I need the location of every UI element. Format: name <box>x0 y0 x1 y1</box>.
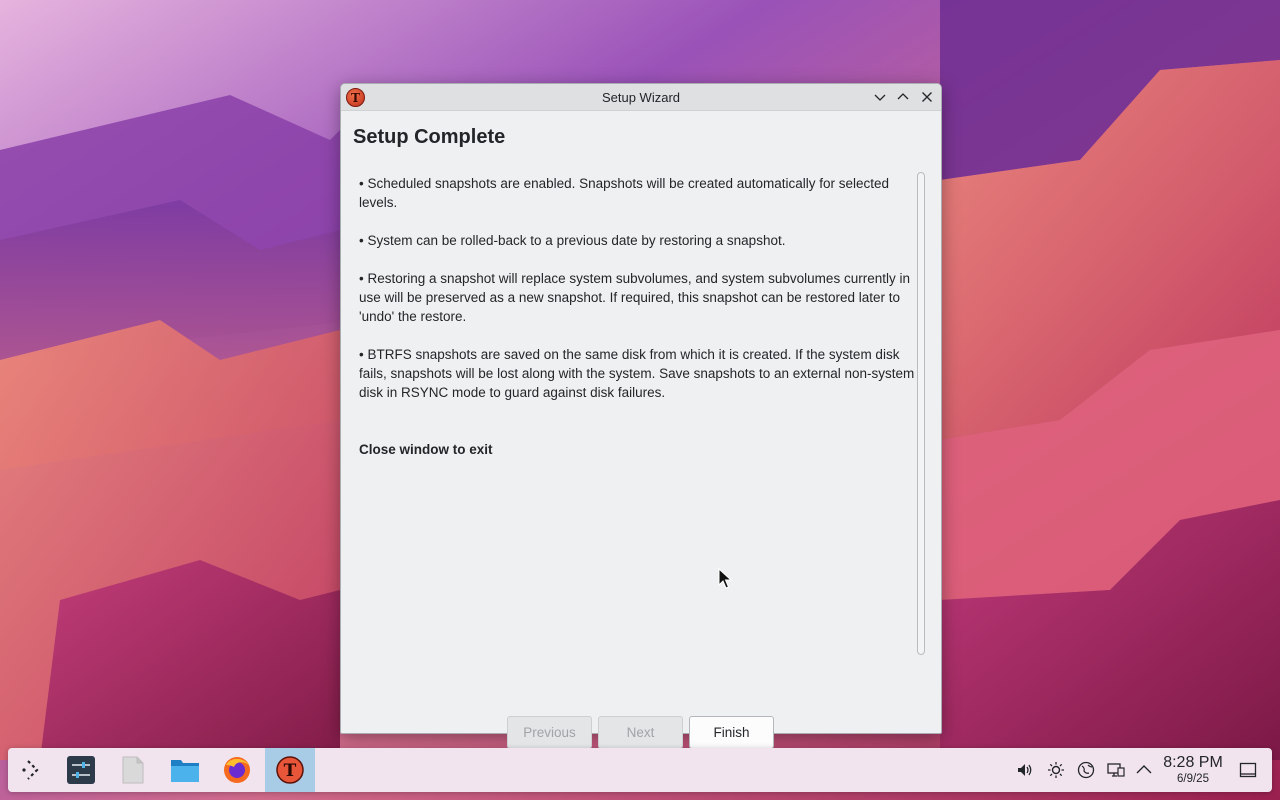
info-paragraph: • BTRFS snapshots are saved on the same … <box>359 347 915 400</box>
info-text-area: • Scheduled snapshots are enabled. Snaps… <box>359 174 919 459</box>
firefox-icon <box>224 757 250 783</box>
close-button[interactable] <box>919 89 935 105</box>
show-desktop-icon <box>1239 762 1257 778</box>
timeshift-task-button[interactable]: T <box>265 748 315 792</box>
firefox-button[interactable] <box>212 748 262 792</box>
maximize-button[interactable] <box>895 89 911 105</box>
clock[interactable]: 8:28 PM 6/9/25 <box>1161 754 1225 786</box>
network-globe-icon <box>1077 761 1095 779</box>
file-manager-icon <box>171 760 199 782</box>
minimize-icon <box>874 94 886 101</box>
info-paragraph: • System can be rolled-back to a previou… <box>359 233 786 248</box>
finish-button[interactable]: Finish <box>689 716 774 749</box>
maximize-icon <box>897 93 909 100</box>
brightness-button[interactable] <box>1046 760 1066 780</box>
previous-button[interactable]: Previous <box>507 716 592 749</box>
show-hidden-chevron-icon <box>1136 765 1152 774</box>
volume-button[interactable] <box>1015 760 1035 780</box>
display-button[interactable] <box>1106 760 1126 780</box>
wizard-content: Setup Complete • Scheduled snapshots are… <box>341 112 941 749</box>
file-manager-button[interactable] <box>160 748 210 792</box>
network-button[interactable] <box>1076 760 1096 780</box>
vertical-scrollbar[interactable] <box>917 172 925 655</box>
setup-wizard-window: T Setup Wizard Setup Complete • Schedule… <box>340 83 942 749</box>
close-icon <box>922 92 932 102</box>
display-icon <box>1107 763 1125 777</box>
taskbar: T 8:28 PM 6/9/25 <box>8 748 1272 792</box>
clock-time: 8:28 PM <box>1163 754 1223 771</box>
info-paragraph: • Scheduled snapshots are enabled. Snaps… <box>359 176 890 210</box>
exit-note: Close window to exit <box>359 442 493 457</box>
volume-icon <box>1018 764 1032 776</box>
svg-text:T: T <box>284 761 297 781</box>
next-button[interactable]: Next <box>598 716 683 749</box>
blank-document-icon <box>122 756 144 784</box>
show-desktop-button[interactable] <box>1238 760 1258 780</box>
show-hidden-icons-button[interactable] <box>1134 760 1154 780</box>
app-launcher-icon <box>22 760 39 780</box>
system-settings-icon <box>67 756 95 784</box>
mouse-cursor-icon <box>718 567 733 595</box>
minimize-button[interactable] <box>872 89 888 105</box>
clock-date: 6/9/25 <box>1177 773 1209 785</box>
system-settings-button[interactable] <box>56 748 106 792</box>
document-button[interactable] <box>108 748 158 792</box>
page-title: Setup Complete <box>353 126 506 148</box>
title-bar[interactable]: T Setup Wizard <box>341 84 941 111</box>
app-launcher-button[interactable] <box>8 748 58 792</box>
window-title: Setup Wizard <box>601 90 681 105</box>
timeshift-icon: T <box>276 756 304 784</box>
info-paragraph: • Restoring a snapshot will replace syst… <box>359 271 910 324</box>
brightness-icon <box>1048 762 1064 778</box>
